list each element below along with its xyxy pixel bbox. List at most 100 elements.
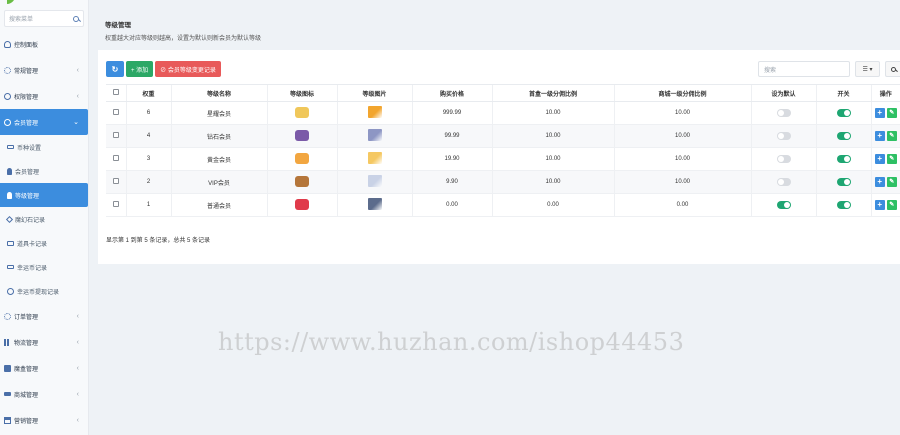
switch-cell <box>815 193 871 217</box>
edit-button[interactable]: ✎ <box>886 108 897 118</box>
watermark-text: https://www.huzhan.com/ishop44453 <box>218 328 685 356</box>
price-cell: 19.90 <box>411 147 492 171</box>
sidebar-item-dashboard[interactable]: 控制面板 <box>0 31 88 57</box>
tag-icon <box>7 145 14 149</box>
sidebar-item-permissions[interactable]: 权限管理 ‹ <box>0 83 88 109</box>
user-icon <box>4 118 11 126</box>
col-header[interactable]: 商城一级分佣比例 <box>613 84 751 102</box>
table-row[interactable]: 2 VIP会员 9.90 10.00 10.00 + ✎ <box>106 170 900 194</box>
level-name-cell: VIP会员 <box>170 170 267 194</box>
row-checkbox[interactable] <box>112 109 119 115</box>
status-switch[interactable] <box>836 109 851 117</box>
default-toggle[interactable] <box>776 155 791 163</box>
search-icon <box>890 66 896 72</box>
sidebar-item-orders[interactable]: 订单管理 ‹ <box>0 303 88 329</box>
level-image-thumbnail[interactable] <box>367 175 382 187</box>
level-name-cell: 星耀会员 <box>170 101 267 125</box>
row-checkbox[interactable] <box>112 201 119 207</box>
page-header: 等级管理 权重越大对应等级则越高，设置为默认则新会员为默认等级 <box>98 10 900 49</box>
sidebar-item-currency[interactable]: 币种设置 <box>0 135 88 159</box>
level-image-thumbnail[interactable] <box>367 152 382 164</box>
edit-button[interactable]: ✎ <box>886 200 897 210</box>
table-row[interactable]: 6 星耀会员 999.99 10.00 10.00 + ✎ <box>106 101 900 125</box>
level-image-thumbnail[interactable] <box>367 106 382 118</box>
box-ratio-cell: 0.00 <box>491 193 614 217</box>
sidebar-item-general[interactable]: 常规管理 ‹ <box>0 57 88 83</box>
level-change-log-button[interactable]: ⊘ 会员等级变更记录 <box>155 61 221 77</box>
level-image-thumbnail[interactable] <box>367 129 382 141</box>
add-child-button[interactable]: + <box>874 177 885 187</box>
toggle-knob <box>777 156 784 162</box>
edit-button[interactable]: ✎ <box>886 131 897 141</box>
sidebar-item-prop-card[interactable]: 道具卡记录 <box>0 231 88 255</box>
status-switch[interactable] <box>836 178 851 186</box>
col-header[interactable]: 首盒一级分佣比例 <box>491 84 614 102</box>
edit-button[interactable]: ✎ <box>886 177 897 187</box>
row-select-cell[interactable] <box>106 101 126 125</box>
table-row[interactable]: 1 普通会员 0.00 0.00 0.00 + ✎ <box>106 193 900 217</box>
columns-toggle-button[interactable]: ☰ ▾ <box>855 61 880 77</box>
col-header[interactable]: 设为默认 <box>750 84 816 102</box>
advanced-search-button[interactable] <box>885 61 900 77</box>
col-header[interactable]: 开关 <box>815 84 871 102</box>
gear-icon <box>4 66 11 74</box>
row-checkbox[interactable] <box>112 155 119 161</box>
row-select-cell[interactable] <box>106 193 126 217</box>
row-select-cell[interactable] <box>106 124 126 148</box>
add-child-button[interactable]: + <box>874 108 885 118</box>
default-toggle[interactable] <box>776 178 791 186</box>
level-table: 权重 等级名称 等级图标 等级图片 购买价格 首盒一级分佣比例 商城一级分佣比例… <box>106 84 900 217</box>
chevron-left-icon: ‹ <box>76 92 79 100</box>
sidebar-item-levels[interactable]: 等级管理 <box>0 183 88 207</box>
sidebar-item-lucky-withdraw[interactable]: 幸运币提现记录 <box>0 279 88 303</box>
sidebar-item-lucky-coin[interactable]: 幸运币记录 <box>0 255 88 279</box>
sidebar-item-members[interactable]: 会员管理 ⌄ <box>0 109 88 135</box>
sidebar-search-input[interactable]: 搜索菜单 <box>4 10 84 27</box>
row-select-cell[interactable] <box>106 147 126 171</box>
col-header[interactable]: 购买价格 <box>411 84 492 102</box>
search-icon[interactable] <box>73 15 79 22</box>
table-row[interactable]: 4 钻石会员 99.99 10.00 10.00 + ✎ <box>106 124 900 148</box>
sidebar-item-member-manage[interactable]: 会员管理 <box>0 159 88 183</box>
sidebar-item-magic-box[interactable]: 魔盒管理 ‹ <box>0 355 88 381</box>
add-button[interactable]: + 添加 <box>126 61 154 77</box>
card-icon <box>7 240 14 246</box>
col-header[interactable]: 等级名称 <box>170 84 267 102</box>
chevron-left-icon: ‹ <box>76 390 79 398</box>
default-toggle[interactable] <box>776 201 791 209</box>
add-child-button[interactable]: + <box>874 131 885 141</box>
default-cell <box>750 170 816 194</box>
box-ratio-cell: 10.00 <box>491 124 614 148</box>
col-header[interactable]: 操作 <box>870 84 900 102</box>
row-select-cell[interactable] <box>106 170 126 194</box>
sidebar-item-marketing[interactable]: 营销管理 ‹ <box>0 407 88 433</box>
row-checkbox[interactable] <box>112 132 119 138</box>
weight-cell: 1 <box>125 193 171 217</box>
table-search-input[interactable]: 搜索 <box>758 61 850 77</box>
default-toggle[interactable] <box>776 132 791 140</box>
status-switch[interactable] <box>836 201 851 209</box>
add-child-button[interactable]: + <box>874 200 885 210</box>
edit-button[interactable]: ✎ <box>886 154 897 164</box>
switch-cell <box>815 170 871 194</box>
add-child-button[interactable]: + <box>874 154 885 164</box>
col-header[interactable]: 等级图片 <box>336 84 412 102</box>
row-checkbox[interactable] <box>112 178 119 184</box>
default-toggle[interactable] <box>776 109 791 117</box>
table-row[interactable]: 3 黄金会员 19.90 10.00 10.00 + ✎ <box>106 147 900 171</box>
status-switch[interactable] <box>836 155 851 163</box>
sidebar-item-magic-stone[interactable]: 魔幻石记录 <box>0 207 88 231</box>
select-all-checkbox[interactable] <box>112 89 119 95</box>
sidebar-item-label: 物流管理 <box>14 340 39 347</box>
bars-icon <box>4 338 11 346</box>
sidebar-item-logistics[interactable]: 物流管理 ‹ <box>0 329 88 355</box>
col-header[interactable]: 权重 <box>125 84 171 102</box>
level-badge-icon <box>295 106 309 118</box>
refresh-button[interactable]: ↻ <box>106 61 124 77</box>
status-switch[interactable] <box>836 132 851 140</box>
sidebar-item-mall[interactable]: 商城管理 ‹ <box>0 381 88 407</box>
level-image-thumbnail[interactable] <box>367 198 382 210</box>
level-image-cell <box>336 147 412 171</box>
col-header[interactable]: 等级图标 <box>266 84 337 102</box>
select-all-cell[interactable] <box>106 84 126 102</box>
